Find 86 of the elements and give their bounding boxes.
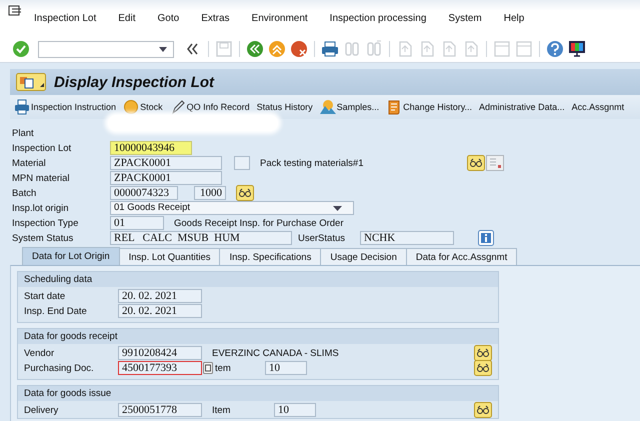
command-field[interactable] xyxy=(38,40,174,58)
input-field[interactable]: 20. 02. 2021 xyxy=(118,289,202,303)
document-icon[interactable] xyxy=(486,155,504,171)
tab[interactable]: Data for Acc.Assgnmt xyxy=(406,248,518,265)
input-field[interactable]: 1000 xyxy=(194,186,226,200)
field-label: Insp. End Date xyxy=(23,306,88,316)
field-label: Inspection Lot xyxy=(11,142,72,154)
input-field[interactable]: 2500051778 xyxy=(118,403,202,417)
input-field[interactable]: 0000074323 xyxy=(110,186,178,200)
toolbar-button[interactable]: Samples... xyxy=(320,99,380,115)
toolbar-button[interactable]: Inspection Instruction xyxy=(14,99,116,115)
exit-menu-icon[interactable] xyxy=(8,5,22,17)
input-field[interactable]: 20. 02. 2021 xyxy=(118,304,202,318)
coin-icon xyxy=(123,99,140,115)
input-field[interactable]: ZPACK0001 xyxy=(110,171,222,185)
toolbar-button[interactable]: Status History xyxy=(256,102,313,112)
field-label: tem xyxy=(215,362,232,374)
checkbox[interactable] xyxy=(234,156,250,170)
group-title: Data for goods receipt xyxy=(18,329,498,344)
tab[interactable]: Data for Lot Origin xyxy=(22,247,120,265)
toolbar-button[interactable]: Administrative Data... xyxy=(479,102,565,112)
menu-item[interactable]: Goto xyxy=(158,12,180,24)
display-button[interactable] xyxy=(236,185,254,201)
monitor-icon[interactable] xyxy=(568,40,586,58)
tab[interactable]: Usage Decision xyxy=(320,248,407,265)
field-label: Batch xyxy=(11,188,38,198)
field-label: Start date xyxy=(23,290,66,302)
field-label: UserStatus xyxy=(298,232,346,244)
display-button[interactable] xyxy=(474,402,492,418)
menu-item[interactable]: Inspection Lot xyxy=(34,12,96,24)
field-label: Vendor xyxy=(23,348,56,358)
toolbar-button[interactable]: QO Info Record xyxy=(170,99,250,115)
input-field[interactable]: NCHK xyxy=(360,231,454,245)
field-label: Inspection Type xyxy=(11,218,80,228)
back-icon[interactable] xyxy=(246,40,264,58)
field-text: Goods Receipt Insp. for Purchase Order xyxy=(174,218,344,228)
screen-title: Display Inspection Lot xyxy=(54,74,214,90)
field-label: Plant xyxy=(11,128,35,138)
input-field[interactable]: ZPACK0001 xyxy=(110,156,222,170)
input-field[interactable]: REL CALC MSUB HUM xyxy=(110,231,292,245)
toolbar-button[interactable]: Acc.Assgnmt xyxy=(572,102,624,112)
toolbar-button[interactable]: Change History... xyxy=(386,99,472,115)
field-label: Insp.lot origin xyxy=(11,202,70,214)
field-label: Item xyxy=(212,404,232,416)
dropdown-arrow-icon[interactable] xyxy=(159,46,167,52)
input-field[interactable]: 10000043946 xyxy=(110,141,192,155)
field-label: Purchasing Doc. xyxy=(23,362,95,374)
dropdown-arrow-icon xyxy=(333,206,342,210)
menu-item[interactable]: Environment xyxy=(252,12,308,24)
field-label: MPN material xyxy=(11,172,71,184)
group-title: Data for goods issue xyxy=(18,386,498,401)
input-field[interactable]: 10 xyxy=(265,361,307,375)
screen-menu-icon[interactable] xyxy=(16,73,46,91)
exit-icon[interactable] xyxy=(268,40,286,58)
menu-item[interactable]: Extras xyxy=(201,12,230,24)
info-icon[interactable] xyxy=(478,230,494,246)
field-text: Pack testing materials#1 xyxy=(260,158,364,168)
help-icon[interactable] xyxy=(546,40,564,58)
menu-item[interactable]: Inspection processing xyxy=(330,12,426,24)
display-button[interactable] xyxy=(474,345,492,361)
input-field[interactable]: 01 xyxy=(110,216,164,230)
toolbar-button[interactable]: Stock xyxy=(123,99,163,115)
enter-icon[interactable] xyxy=(12,40,30,58)
menu-item[interactable]: Edit xyxy=(118,12,136,24)
menu-item[interactable]: Help xyxy=(504,12,524,24)
input-field[interactable]: 4500177393 xyxy=(118,361,202,375)
field-text: EVERZINC CANADA - SLIMS xyxy=(212,348,339,358)
tab[interactable]: Insp. Specifications xyxy=(219,248,322,265)
display-button[interactable] xyxy=(474,360,492,376)
value-help-icon[interactable] xyxy=(203,362,213,374)
dropdown[interactable]: 01 Goods Receipt xyxy=(110,201,354,215)
menu-item[interactable]: System xyxy=(448,12,482,24)
display-button[interactable] xyxy=(467,155,485,171)
cancel-icon[interactable] xyxy=(290,40,308,58)
field-label: Delivery xyxy=(23,404,60,416)
field-label: Material xyxy=(11,158,47,168)
input-field[interactable]: 9910208424 xyxy=(118,346,202,360)
mountain-icon xyxy=(320,99,336,115)
scroll-icon xyxy=(386,99,402,115)
printer-icon xyxy=(14,99,30,115)
tab[interactable]: Insp. Lot Quantities xyxy=(118,248,220,265)
pencil-icon xyxy=(170,99,186,115)
group-title: Scheduling data xyxy=(18,272,498,287)
input-field[interactable]: 10 xyxy=(274,403,316,417)
print-icon[interactable] xyxy=(321,40,339,58)
field-label: System Status xyxy=(11,232,74,244)
